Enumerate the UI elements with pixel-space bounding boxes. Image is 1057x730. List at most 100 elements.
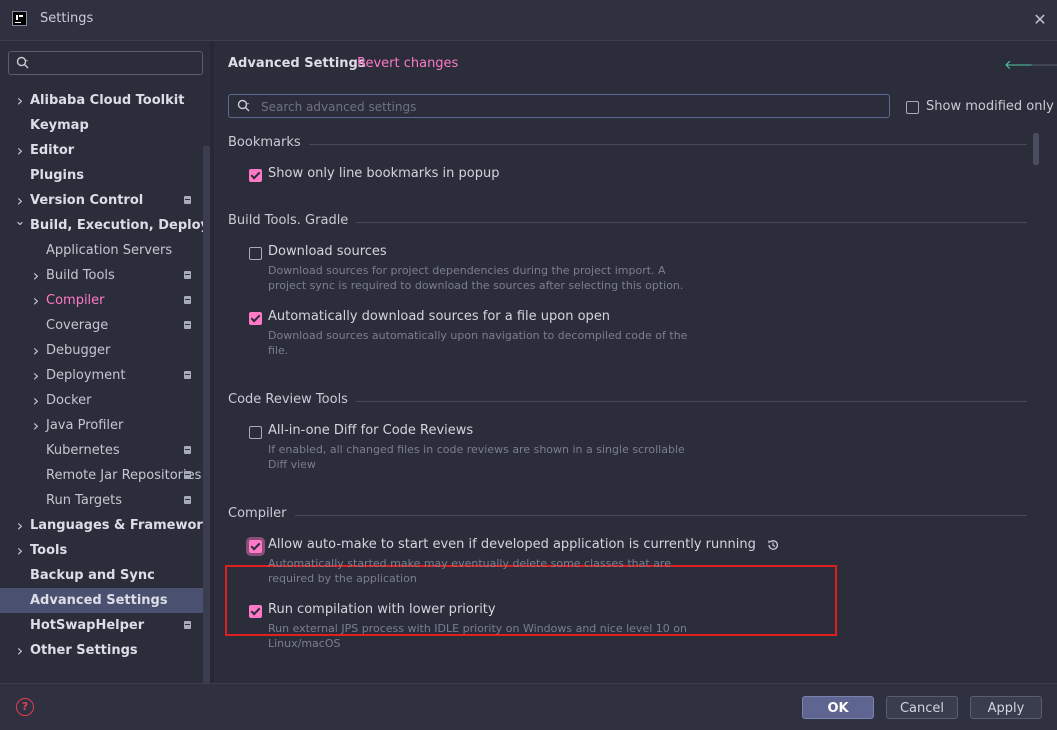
section-divider [308,144,1027,145]
project-level-icon [184,371,191,379]
sidebar-item-label: Java Profiler [46,418,124,433]
project-level-icon [184,496,191,504]
sidebar-item-label: Coverage [46,318,109,333]
revert-changes-link[interactable]: Revert changes [357,56,458,71]
sidebar-item[interactable]: Remote Jar Repositories [0,463,210,488]
sidebar-item[interactable]: Keymap [0,113,210,138]
chevron-right-icon[interactable]: › [14,638,26,663]
sidebar-item[interactable]: Coverage [0,313,210,338]
help-icon[interactable]: ? [16,698,34,716]
chevron-right-icon[interactable]: › [14,138,26,163]
sidebar-item-label: Plugins [30,168,84,183]
section-divider [355,401,1027,402]
ok-button[interactable]: OK [802,696,874,719]
content-scrollbar[interactable] [1033,133,1039,165]
option-description: Download sources for project dependencie… [268,264,684,292]
option-checkbox[interactable] [249,247,262,260]
sidebar-item-label: Kubernetes [46,443,120,458]
sidebar-item[interactable]: Plugins [0,163,210,188]
sidebar-item[interactable]: › Deployment [0,363,210,388]
sidebar-item[interactable]: › Debugger [0,338,210,363]
chevron-right-icon[interactable]: › [14,88,26,113]
option-checkbox[interactable] [249,426,262,439]
sidebar-item[interactable]: ⌄ Build, Execution, Deployment [0,213,210,238]
option-label[interactable]: Allow auto-make to start even if develop… [268,537,756,552]
option-checkbox[interactable] [249,605,262,618]
sidebar-item-label: Debugger [46,343,111,358]
project-level-icon [184,196,191,204]
search-icon [16,56,29,69]
sidebar-item[interactable]: › Java Profiler [0,413,210,438]
search-icon [237,99,250,112]
section-header: Bookmarks [228,135,301,150]
chevron-down-icon[interactable]: ⌄ [14,213,26,234]
sidebar-item-label: Deployment [46,368,126,383]
sidebar-item-label: Compiler [46,293,105,308]
cancel-button[interactable]: Cancel [886,696,958,719]
page-title: Advanced Settings [228,56,366,71]
sidebar-item-label: Languages & Frameworks [30,518,210,533]
option-label[interactable]: Run compilation with lower priority [268,602,496,617]
sidebar-item[interactable]: Advanced Settings [0,588,210,613]
section-divider [294,515,1027,516]
option-checkbox[interactable] [249,540,262,553]
option-description: Run external JPS process with IDLE prior… [268,622,687,650]
dialog-footer: ? OK Cancel Apply [0,683,1057,730]
sidebar-item[interactable]: › Alibaba Cloud Toolkit [0,88,210,113]
sidebar-item-label: Run Targets [46,493,123,508]
chevron-right-icon[interactable]: › [14,188,26,213]
advanced-search-input[interactable] [259,97,883,117]
option-label[interactable]: Download sources [268,244,387,259]
project-level-icon [184,321,191,329]
project-level-icon [184,471,191,479]
option-description: Automatically started make may eventuall… [268,557,671,585]
forward-arrow-icon[interactable]: 🡒 [1030,57,1057,73]
sidebar-item[interactable]: › Other Settings [0,638,210,663]
settings-content: Bookmarks Show only line bookmarks in pop… [214,129,1032,683]
chevron-right-icon[interactable]: › [14,513,26,538]
sidebar-item[interactable]: Run Targets [0,488,210,513]
sidebar-item-label: Backup and Sync [30,568,155,583]
sidebar-scrollbar[interactable] [203,146,210,724]
sidebar-item-label: Application Servers [46,243,173,258]
show-modified-only-label: Show modified only [926,99,1054,114]
sidebar-item-label: Remote Jar Repositories [46,468,202,483]
option-description: Download sources automatically upon navi… [268,329,688,357]
show-modified-only-checkbox[interactable] [906,101,919,114]
apply-button[interactable]: Apply [970,696,1042,719]
sidebar-item[interactable]: › Version Control [0,188,210,213]
chevron-right-icon[interactable]: › [14,538,26,563]
option-checkbox[interactable] [249,169,262,182]
sidebar-item[interactable]: HotSwapHelper [0,613,210,638]
sidebar-item[interactable]: › Build Tools [0,263,210,288]
sidebar-item[interactable]: › Languages & Frameworks [0,513,210,538]
chevron-right-icon[interactable]: › [30,338,42,363]
sidebar-item[interactable]: › Editor [0,138,210,163]
close-icon[interactable]: ✕ [1030,10,1050,30]
chevron-right-icon[interactable]: › [30,413,42,438]
sidebar-item-label: Advanced Settings [30,593,168,608]
option-checkbox[interactable] [249,312,262,325]
project-level-icon [184,446,191,454]
sidebar-item-label: HotSwapHelper [30,618,145,633]
advanced-search-field[interactable] [228,94,890,118]
chevron-right-icon[interactable]: › [30,388,42,413]
chevron-right-icon[interactable]: › [30,263,42,288]
settings-tree: › Alibaba Cloud Toolkit Keymap › Editor Plugi… [0,88,210,663]
sidebar-item[interactable]: Kubernetes [0,438,210,463]
sidebar-item[interactable]: › Tools [0,538,210,563]
chevron-right-icon[interactable]: › [30,363,42,388]
sidebar-item-label: Tools [30,543,68,558]
reset-to-default-icon[interactable] [766,538,780,552]
sidebar-search-input[interactable] [8,51,203,75]
sidebar-item[interactable]: Application Servers [0,238,210,263]
sidebar-item-label: Build Tools [46,268,115,283]
settings-sidebar: › Alibaba Cloud Toolkit Keymap › Editor Plugi… [0,41,210,724]
option-label[interactable]: All-in-one Diff for Code Reviews [268,423,473,438]
chevron-right-icon[interactable]: › [30,288,42,313]
option-label[interactable]: Automatically download sources for a fil… [268,309,610,324]
option-label[interactable]: Show only line bookmarks in popup [268,166,499,181]
sidebar-item[interactable]: Backup and Sync [0,563,210,588]
sidebar-item[interactable]: › Compiler [0,288,210,313]
sidebar-item[interactable]: › Docker [0,388,210,413]
